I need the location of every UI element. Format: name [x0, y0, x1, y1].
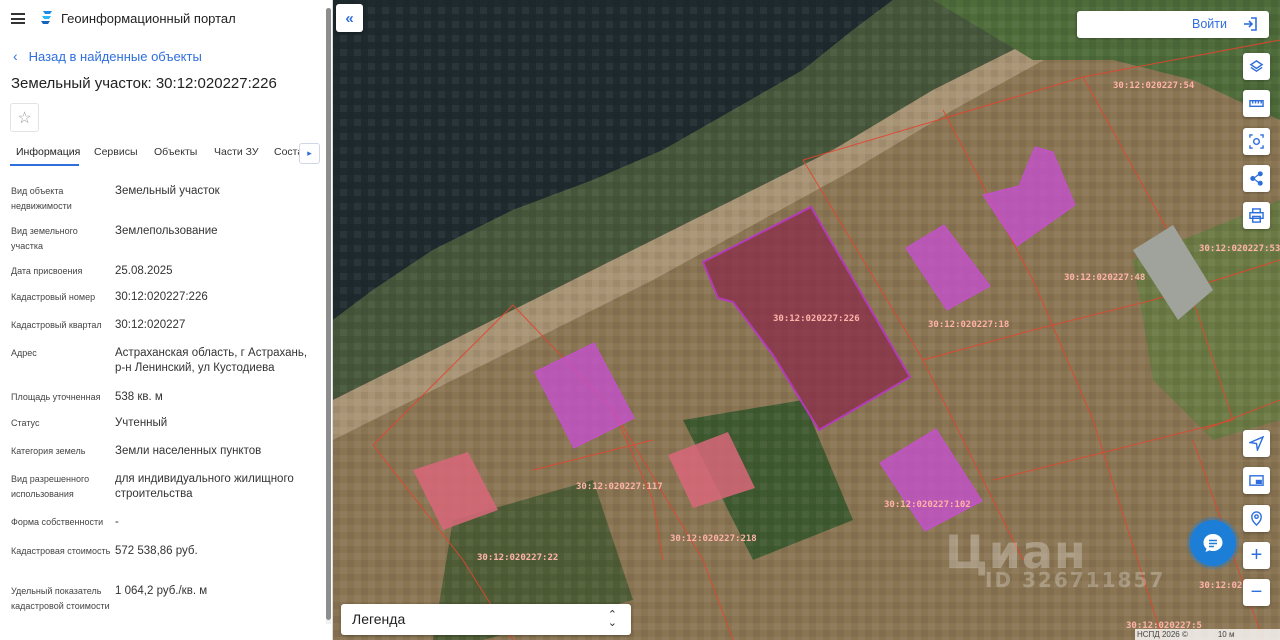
- attribute-label: Форма собственности: [11, 517, 104, 527]
- ruler-icon: [1249, 99, 1264, 108]
- attribute-value: Учтенный: [115, 417, 168, 429]
- parcel-label[interactable]: 30:12:020227:18: [928, 320, 1009, 330]
- sidebar-scrollbar[interactable]: [326, 8, 331, 624]
- parcel-label[interactable]: 30:12:020227:117: [576, 482, 663, 492]
- expand-collapse-icon: ⌃ ⌄: [607, 609, 617, 629]
- attribute-label: Дата присвоения: [11, 266, 83, 276]
- chevron-left-icon: ‹: [13, 48, 18, 64]
- geo-search-button[interactable]: [1243, 505, 1270, 532]
- attribute-value: 538 кв. м: [115, 391, 163, 403]
- tabs: Информация Сервисы Объекты Части ЗУ Сост…: [0, 142, 325, 166]
- login-label: Войти: [1192, 17, 1227, 31]
- layers-icon: [1249, 60, 1264, 73]
- map-view[interactable]: 30:12:020227:54 30:12:020227:53 30:12:02…: [333, 0, 1280, 640]
- measure-button[interactable]: [1243, 90, 1270, 117]
- attribute-label: Площадь уточненная: [11, 392, 101, 402]
- tab-objects[interactable]: Объекты: [154, 146, 197, 158]
- tabs-scroll-right-button[interactable]: ▸: [299, 143, 320, 164]
- menu-icon[interactable]: [11, 13, 25, 24]
- login-button[interactable]: Войти: [1077, 11, 1269, 38]
- watermark-id: ID 326711857: [985, 568, 1166, 592]
- attribute-value: Астраханская область, г Астрахань, р-н Л…: [115, 347, 308, 374]
- app-title: Геоинформационный портал: [61, 11, 236, 26]
- attribute-value: Землепользование: [115, 225, 218, 237]
- top-bar: Геоинформационный портал: [0, 0, 325, 38]
- attribution-text: НСПД 2026 ©: [1137, 630, 1188, 639]
- active-tab-indicator: [10, 164, 79, 166]
- scale-label: 10 м: [1217, 630, 1235, 639]
- scrollbar-thumb[interactable]: [326, 8, 331, 620]
- attribute-value: 30:12:020227:226: [115, 291, 208, 303]
- attribute-value: Земли населенных пунктов: [115, 445, 262, 457]
- attribute-value: 1 064,2 руб./кв. м: [115, 585, 208, 597]
- tab-parts[interactable]: Части ЗУ: [214, 146, 259, 158]
- parcel-label[interactable]: 30:12:020227:54: [1113, 81, 1195, 91]
- portal-logo-icon: [41, 11, 52, 24]
- caret-right-icon: ▸: [307, 148, 312, 158]
- parcel-label[interactable]: 30:12:020227:53: [1199, 244, 1280, 254]
- attribute-label: Кадастровый квартал: [11, 320, 102, 330]
- legend-label: Легенда: [352, 611, 406, 627]
- parcel-label-selected[interactable]: 30:12:020227:226: [773, 314, 860, 324]
- select-area-icon: [1249, 134, 1264, 149]
- star-icon: ☆: [17, 109, 32, 127]
- aerial-imagery: 30:12:020227:54 30:12:020227:53 30:12:02…: [333, 0, 1280, 640]
- attribute-label: Удельный показатель кадастровой стоимост…: [11, 586, 110, 611]
- attribute-label: Адрес: [11, 348, 37, 358]
- attribute-label: Вид разрешенного использования: [11, 474, 90, 499]
- attribute-label: Кадастровая стоимость: [11, 546, 111, 556]
- zoom-out-button[interactable]: −: [1243, 579, 1270, 606]
- tab-services[interactable]: Сервисы: [94, 146, 138, 158]
- sign-in-icon: [1244, 17, 1257, 31]
- legend-dropdown[interactable]: Легенда ⌃ ⌄: [341, 604, 631, 635]
- object-title: Земельный участок: 30:12:020227:226: [11, 75, 277, 92]
- collapse-sidebar-button[interactable]: «: [336, 4, 363, 32]
- parcel-label[interactable]: 30:12:020227:218: [670, 534, 757, 544]
- double-chevron-left-icon: «: [345, 9, 354, 27]
- geo-search-icon: [1251, 511, 1262, 526]
- sidebar: Геоинформационный портал ‹ Назад в найде…: [0, 0, 333, 640]
- layers-button[interactable]: [1243, 53, 1270, 80]
- minimap-button[interactable]: [1243, 467, 1270, 494]
- minimap-icon: [1249, 475, 1264, 486]
- parcel-label[interactable]: 30:12:020227:102: [884, 500, 971, 510]
- parcel-label[interactable]: 30:12:020227:22: [477, 553, 558, 563]
- favorite-button[interactable]: ☆: [10, 103, 39, 132]
- attribute-value: 572 538,86 руб.: [115, 545, 198, 557]
- attribute-value: 30:12:020227: [115, 319, 186, 331]
- share-button[interactable]: [1243, 165, 1270, 192]
- chat-icon: [1203, 534, 1223, 552]
- tab-info[interactable]: Информация: [16, 146, 80, 158]
- parcel-label[interactable]: 30:12:020227:48: [1064, 273, 1145, 283]
- select-area-button[interactable]: [1243, 128, 1270, 155]
- attribute-label: Вид земельного участка: [11, 226, 78, 251]
- attribute-value: Земельный участок: [115, 185, 220, 197]
- print-icon: [1249, 208, 1264, 223]
- attribute-label: Статус: [11, 418, 40, 428]
- map-attribution: НСПД 2026 © 10 м: [1135, 629, 1280, 640]
- attribute-label: Категория земель: [11, 446, 86, 456]
- zoom-in-button[interactable]: +: [1243, 542, 1270, 569]
- attribute-value: -: [115, 516, 119, 528]
- locate-icon: [1249, 436, 1264, 451]
- attribute-value: для индивидуального жилищного строительс…: [115, 473, 294, 500]
- back-link-label: Назад в найденные объекты: [28, 48, 202, 64]
- parcel-label[interactable]: 30:12:020: [1199, 581, 1248, 591]
- locate-button[interactable]: [1243, 430, 1270, 457]
- attribute-label: Вид объекта недвижимости: [11, 186, 72, 211]
- attribute-value: 25.08.2025: [115, 265, 173, 277]
- attribute-label: Кадастровый номер: [11, 292, 96, 302]
- back-to-results-link[interactable]: ‹ Назад в найденные объекты: [13, 48, 202, 64]
- share-icon: [1250, 171, 1263, 186]
- print-button[interactable]: [1243, 202, 1270, 229]
- chat-button[interactable]: [1190, 520, 1236, 566]
